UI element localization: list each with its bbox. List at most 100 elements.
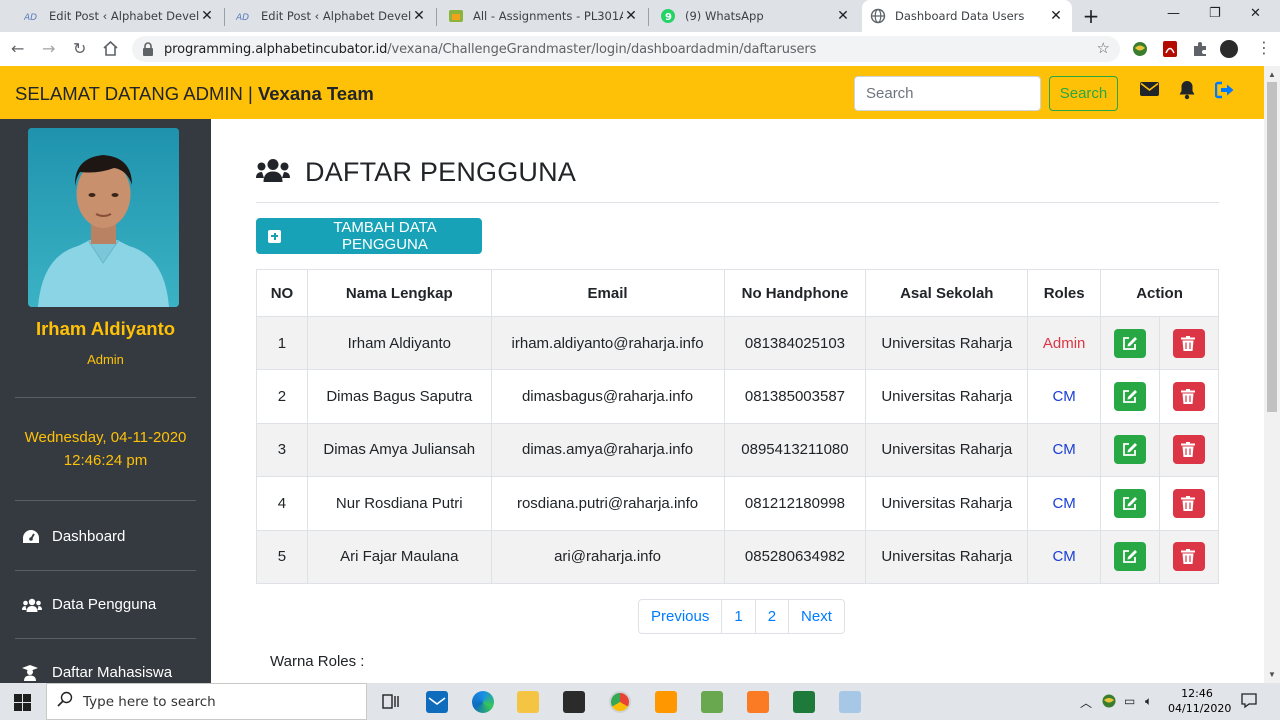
taskbar-clock[interactable]: 12:46 04/11/2020 (1168, 686, 1231, 716)
browser-tab[interactable]: All - Assignments - PL301A - P ✕ (440, 0, 647, 32)
cell-no: 3 (256, 422, 308, 478)
home-icon[interactable] (102, 40, 119, 61)
browser-tab[interactable]: AD Edit Post ‹ Alphabet Developm ✕ (16, 0, 223, 32)
store-icon[interactable] (563, 691, 585, 713)
edit-button[interactable] (1114, 382, 1147, 412)
wordpress-icon: AD (24, 8, 40, 24)
close-window-icon[interactable]: ✕ (1250, 6, 1261, 21)
maximize-icon[interactable]: ❐ (1209, 6, 1221, 21)
android-studio-icon[interactable] (701, 691, 723, 713)
welcome-label: SELAMAT DATANG ADMIN | (15, 83, 258, 104)
windows-start-icon[interactable] (14, 694, 31, 711)
bell-icon[interactable] (1178, 80, 1198, 100)
address-bar[interactable]: programming.alphabetincubator.id/vexana/… (132, 36, 1120, 62)
excel-icon[interactable] (793, 691, 815, 713)
sidebar-divider (15, 570, 196, 571)
tab-close-icon[interactable]: ✕ (623, 8, 639, 24)
edit-button[interactable] (1114, 542, 1147, 572)
tab-close-icon[interactable]: ✕ (835, 8, 851, 24)
file-explorer-icon[interactable] (517, 691, 539, 713)
column-header: Action (1100, 269, 1219, 317)
svg-text:9: 9 (665, 12, 672, 23)
cell-role: Admin (1027, 315, 1102, 371)
delete-button[interactable] (1173, 435, 1205, 465)
cell-phone: 085280634982 (723, 529, 867, 584)
cell-school: Universitas Raharja (865, 369, 1029, 424)
edit-button[interactable] (1114, 488, 1147, 518)
profile-avatar-icon[interactable] (1220, 40, 1238, 58)
edit-button[interactable] (1114, 435, 1147, 465)
column-header: Roles (1027, 269, 1102, 317)
delete-button[interactable] (1173, 488, 1205, 518)
paint-icon[interactable] (839, 691, 861, 713)
moodle-icon (448, 8, 464, 24)
tab-separator (648, 8, 649, 26)
search-icon (57, 691, 73, 712)
cell-no: 1 (256, 315, 308, 371)
sign-out-icon[interactable] (1214, 81, 1235, 101)
pagination-next[interactable]: Next (788, 600, 844, 633)
pagination-previous[interactable]: Previous (639, 600, 721, 633)
mail-app-icon[interactable] (426, 691, 448, 713)
back-arrow-icon[interactable]: ← (11, 40, 24, 58)
edge-browser-icon[interactable] (472, 691, 494, 713)
sidebar-item-data-pengguna[interactable]: Data Pengguna (22, 596, 156, 613)
cell-email: rosdiana.putri@raharja.info (490, 476, 725, 531)
scroll-up-icon[interactable]: ▲ (1268, 70, 1276, 79)
sidebar-item-daftar-mahasiswa[interactable]: Daftar Mahasiswa (22, 664, 172, 681)
tray-globe-icon[interactable] (1101, 693, 1117, 712)
sublime-text-icon[interactable] (655, 691, 677, 713)
volume-icon[interactable]: 🔈︎ (1145, 694, 1152, 709)
pagination-page-1[interactable]: 1 (721, 600, 754, 633)
tab-close-icon[interactable]: ✕ (1048, 8, 1064, 24)
scrollbar-thumb[interactable] (1267, 82, 1277, 412)
search-button[interactable]: Search (1049, 76, 1118, 111)
search-input[interactable] (854, 76, 1041, 111)
edit-button[interactable] (1114, 328, 1147, 358)
pdf-extension-icon[interactable] (1161, 40, 1179, 58)
clock-time: 12:46 (1181, 687, 1213, 700)
main-content: DAFTAR PENGGUNA TAMBAH DATA PENGGUNA NO … (211, 119, 1264, 683)
page-scrollbar[interactable]: ▲ ▼ (1264, 66, 1280, 683)
task-view-icon[interactable] (380, 691, 402, 713)
envelope-icon[interactable] (1140, 82, 1160, 102)
scroll-down-icon[interactable]: ▼ (1268, 670, 1276, 679)
cell-phone: 081385003587 (723, 369, 867, 424)
tray-chevron-icon[interactable]: ︿ (1080, 694, 1092, 711)
tab-close-icon[interactable]: ✕ (411, 8, 427, 24)
cell-email: dimas.amya@raharja.info (490, 422, 725, 478)
delete-button[interactable] (1173, 328, 1205, 358)
cell-role: CM (1027, 476, 1102, 531)
extension-globe-icon[interactable] (1131, 40, 1149, 58)
pagination-page-2[interactable]: 2 (754, 600, 788, 633)
menu-dots-icon[interactable]: ⋮ (1256, 39, 1272, 57)
cell-name: Dimas Amya Juliansah (306, 422, 492, 478)
new-tab-button[interactable]: + (1080, 6, 1102, 28)
delete-button[interactable] (1173, 382, 1205, 412)
sidebar-item-dashboard[interactable]: Dashboard (22, 528, 125, 545)
network-icon[interactable]: ▭ (1124, 694, 1135, 708)
globe-icon (870, 8, 886, 24)
cell-delete (1159, 476, 1219, 531)
tab-title: (9) WhatsApp (685, 9, 764, 23)
table-row: 1 Irham Aldiyanto irham.aldiyanto@raharj… (256, 315, 1219, 371)
delete-button[interactable] (1173, 542, 1205, 572)
xampp-icon[interactable] (747, 691, 769, 713)
taskbar-search-box[interactable]: Type here to search (46, 683, 367, 720)
date-text: Wednesday, 04-11-2020 (24, 429, 187, 446)
cell-delete (1159, 315, 1219, 371)
puzzle-extension-icon[interactable] (1191, 40, 1209, 58)
minimize-icon[interactable]: — (1167, 6, 1180, 21)
chrome-browser-icon[interactable] (609, 691, 631, 713)
browser-tab[interactable]: AD Edit Post ‹ Alphabet Developm ✕ (228, 0, 435, 32)
svg-text:AD: AD (24, 13, 37, 23)
browser-tab[interactable]: 9 (9) WhatsApp ✕ (652, 0, 859, 32)
reload-icon[interactable]: ↻ (73, 40, 86, 58)
browser-tab-active[interactable]: Dashboard Data Users ✕ (862, 0, 1072, 32)
bookmark-star-icon[interactable]: ☆ (1097, 39, 1110, 57)
whatsapp-icon: 9 (660, 8, 676, 24)
forward-arrow-icon[interactable]: → (42, 40, 55, 58)
tab-close-icon[interactable]: ✕ (199, 8, 215, 24)
add-user-button[interactable]: TAMBAH DATA PENGGUNA (256, 218, 482, 254)
notification-icon[interactable] (1240, 691, 1258, 712)
